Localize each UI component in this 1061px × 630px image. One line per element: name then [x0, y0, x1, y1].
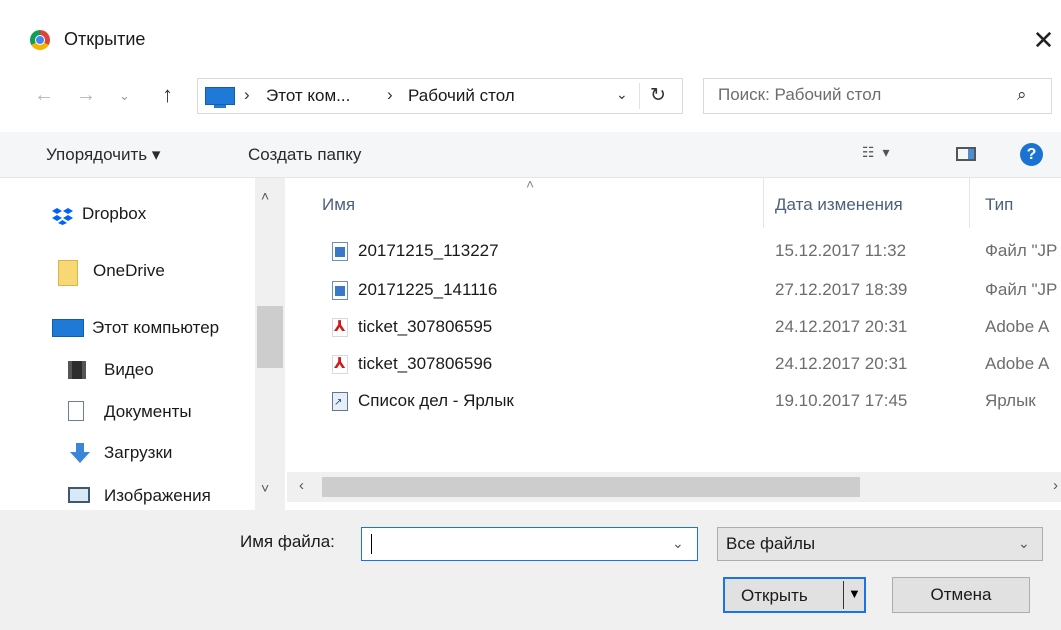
- scroll-up-icon[interactable]: ˄: [261, 188, 269, 204]
- sidebar-item-label: OneDrive: [93, 261, 165, 280]
- file-name: ticket_307806596: [358, 354, 493, 373]
- file-type: Файл "JP: [985, 280, 1058, 299]
- sidebar-item-label: Изображения: [104, 486, 211, 505]
- image-icon: [332, 281, 348, 300]
- search-icon[interactable]: ⌕: [1017, 85, 1027, 105]
- scroll-left-icon[interactable]: ‹: [299, 477, 304, 494]
- title-bar: Открытие ✕ ← → ⌄ ↑ › Этот ком... › Рабоч…: [0, 0, 1061, 114]
- sidebar-item-label: Загрузки: [104, 443, 173, 462]
- file-name: ticket_307806595: [358, 317, 493, 336]
- column-header-name[interactable]: Имя: [322, 195, 355, 215]
- file-name: Список дел - Ярлык: [358, 391, 514, 410]
- file-type: Adobe A: [985, 354, 1050, 373]
- file-date: 24.12.2017 20:31: [775, 317, 908, 336]
- file-row[interactable]: ticket_307806596 24.12.2017 20:31 Adobe …: [287, 347, 1061, 381]
- computer-icon: [205, 87, 235, 108]
- file-row[interactable]: 20171215_113227 15.12.2017 11:32 Файл "J…: [287, 234, 1061, 268]
- chrome-icon: [30, 30, 50, 50]
- search-box[interactable]: ⌕: [703, 78, 1052, 114]
- dropbox-icon: [52, 208, 73, 225]
- breadcrumb-this-pc[interactable]: Этот ком...: [266, 86, 350, 106]
- sort-ascending-icon: ˄: [526, 178, 535, 192]
- view-options-icon[interactable]: ☷ ▾: [862, 144, 891, 161]
- address-bar[interactable]: › Этот ком... › Рабочий стол ⌄ ↻: [197, 78, 683, 114]
- search-input[interactable]: [718, 85, 998, 105]
- preview-pane-icon[interactable]: [956, 147, 976, 161]
- pictures-icon: [68, 487, 90, 503]
- sidebar-item-label: Этот компьютер: [92, 318, 220, 337]
- close-button[interactable]: ✕: [1026, 22, 1061, 58]
- file-list: ˄ Имя Дата изменения Тип 20171215_113227…: [287, 178, 1061, 510]
- help-icon[interactable]: ?: [1020, 143, 1043, 166]
- file-row[interactable]: ticket_307806595 24.12.2017 20:31 Adobe …: [287, 310, 1061, 344]
- column-divider[interactable]: [969, 178, 970, 228]
- column-divider[interactable]: [763, 178, 764, 228]
- pdf-icon: [332, 317, 348, 337]
- file-date: 24.12.2017 20:31: [775, 354, 908, 373]
- dropdown-arrow-icon[interactable]: ▼: [848, 586, 861, 601]
- filename-label: Имя файла:: [240, 532, 335, 551]
- file-name: 20171225_141116: [358, 280, 498, 299]
- sidebar-item-label: Видео: [104, 360, 154, 379]
- video-icon: [68, 361, 86, 379]
- column-header-type[interactable]: Тип: [985, 195, 1013, 215]
- chevron-down-icon[interactable]: ⌄: [672, 535, 684, 552]
- documents-icon: [68, 401, 84, 421]
- shortcut-icon: [332, 392, 348, 411]
- sidebar-item-label: Dropbox: [82, 204, 147, 223]
- image-icon: [332, 242, 348, 261]
- text-cursor: [371, 534, 372, 554]
- divider: [639, 83, 640, 109]
- open-button-label: Открыть: [741, 586, 808, 605]
- sidebar-scrollbar[interactable]: ˄ ˅: [255, 178, 285, 510]
- breadcrumb-desktop[interactable]: Рабочий стол: [408, 86, 515, 106]
- file-type-filter[interactable]: Все файлы ⌄: [717, 527, 1043, 561]
- folder-icon: [58, 260, 78, 286]
- computer-icon: [52, 319, 84, 337]
- chevron-down-icon[interactable]: ⌄: [1018, 535, 1030, 552]
- breadcrumb-separator: ›: [244, 85, 250, 104]
- recent-locations-chevron-icon[interactable]: ⌄: [119, 88, 130, 104]
- file-date: 19.10.2017 17:45: [775, 391, 908, 410]
- open-button[interactable]: Открыть ▼: [723, 577, 866, 613]
- file-name: 20171215_113227: [358, 241, 499, 260]
- pdf-icon: [332, 354, 348, 374]
- column-header-date[interactable]: Дата изменения: [775, 195, 903, 215]
- file-row[interactable]: Список дел - Ярлык 19.10.2017 17:45 Ярлы…: [287, 384, 1061, 418]
- scroll-down-icon[interactable]: ˅: [261, 480, 269, 496]
- file-date: 15.12.2017 11:32: [775, 241, 907, 260]
- sidebar-item-label: Документы: [104, 402, 192, 421]
- breadcrumb-separator: ›: [387, 85, 393, 104]
- file-type: Файл "JP: [985, 241, 1058, 260]
- command-bar: Упорядочить ▾ Создать папку ☷ ▾ ?: [0, 132, 1061, 178]
- file-type-filter-value: Все файлы: [726, 534, 816, 553]
- scrollbar-thumb[interactable]: [322, 477, 860, 497]
- file-row[interactable]: 20171225_141116 27.12.2017 18:39 Файл "J…: [287, 273, 1061, 307]
- filename-combobox[interactable]: ⌄: [361, 527, 698, 561]
- scroll-right-icon[interactable]: ›: [1053, 477, 1058, 494]
- filename-input[interactable]: [370, 534, 660, 554]
- scrollbar-thumb[interactable]: [257, 306, 283, 368]
- horizontal-scrollbar[interactable]: ‹ ›: [287, 472, 1061, 502]
- downloads-icon: [70, 443, 90, 463]
- navigation-pane: Dropbox OneDrive Этот компьютер Видео До…: [0, 178, 287, 510]
- up-arrow-icon[interactable]: ↑: [162, 82, 173, 108]
- dialog-footer: Имя файла: ⌄ Все файлы ⌄ Открыть ▼ Отмен…: [0, 510, 1061, 630]
- address-history-chevron-icon[interactable]: ⌄: [616, 86, 628, 103]
- back-arrow-icon[interactable]: ←: [34, 84, 54, 107]
- organize-button[interactable]: Упорядочить ▾: [46, 145, 160, 165]
- file-type: Adobe A: [985, 317, 1050, 336]
- cancel-button[interactable]: Отмена: [892, 577, 1030, 613]
- new-folder-button[interactable]: Создать папку: [248, 145, 361, 165]
- refresh-icon[interactable]: ↻: [650, 84, 666, 107]
- file-date: 27.12.2017 18:39: [775, 280, 908, 299]
- file-type: Ярлык: [985, 391, 1036, 410]
- window-title: Открытие: [64, 29, 146, 49]
- divider: [843, 581, 844, 609]
- forward-arrow-icon[interactable]: →: [76, 84, 96, 107]
